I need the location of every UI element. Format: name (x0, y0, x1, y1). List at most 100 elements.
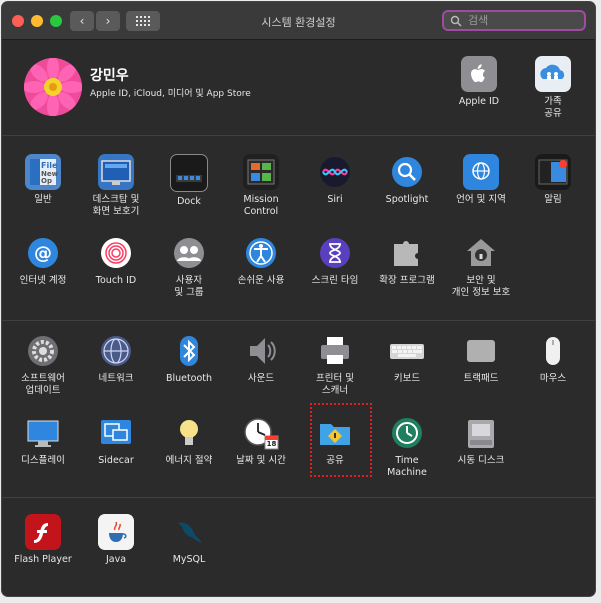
hard-disk-icon (463, 415, 499, 451)
user-name: 강민우 (90, 68, 129, 84)
desktop-screensaver-icon (98, 154, 134, 190)
chevron-right-icon: › (105, 14, 111, 28)
general-icon: File New Op (25, 154, 61, 190)
keyboard-icon (389, 333, 425, 369)
divider (2, 497, 595, 498)
sound-label: 사운드 (247, 373, 275, 384)
pane-siri[interactable]: Siri (298, 154, 372, 206)
pane-displays[interactable]: 디스플레이 (6, 415, 80, 467)
search-input[interactable] (466, 13, 580, 28)
bluetooth-icon (171, 333, 207, 369)
security-privacy-label: 보안 및 개인 정보 보호 (451, 275, 511, 298)
pane-internet-accounts[interactable]: @ 인터넷 계정 (6, 235, 80, 287)
search-field[interactable] (442, 10, 586, 31)
notifications-label: 알림 (544, 194, 562, 205)
pane-bluetooth[interactable]: Bluetooth (152, 333, 226, 385)
sidecar-icon (98, 415, 134, 451)
pane-general[interactable]: File New Op 일반 (6, 154, 80, 206)
apple-logo-icon (461, 56, 497, 92)
mission-control-label: Mission Control (243, 194, 279, 217)
extensions-label: 확장 프로그램 (379, 275, 435, 286)
family-sharing-icon (535, 56, 571, 92)
pane-touch-id[interactable]: Touch ID (79, 235, 153, 287)
network-label: 네트워크 (98, 373, 134, 384)
pane-software-update[interactable]: 소프트웨어 업데이트 (6, 333, 80, 397)
pane-sound[interactable]: 사운드 (224, 333, 298, 385)
divider (2, 135, 595, 136)
pane-spotlight[interactable]: Spotlight (370, 154, 444, 206)
show-all-button[interactable] (126, 11, 160, 31)
speaker-icon (243, 333, 279, 369)
pane-notifications[interactable]: 알림 (516, 154, 590, 206)
flash-player-label: Flash Player (14, 554, 72, 565)
pane-java[interactable]: Java (79, 514, 153, 566)
pane-keyboard[interactable]: 키보드 (370, 333, 444, 385)
pane-startup-disk[interactable]: 시동 디스크 (444, 415, 518, 467)
spotlight-label: Spotlight (385, 194, 429, 205)
language-region-icon (463, 154, 499, 190)
users-groups-icon (171, 235, 207, 271)
divider (2, 320, 595, 321)
pane-printers-scanners[interactable]: 프린터 및 스캐너 (298, 333, 372, 397)
apple-id-label: Apple ID (458, 96, 500, 107)
pane-security-privacy[interactable]: 보안 및 개인 정보 보호 (444, 235, 518, 299)
pane-time-machine[interactable]: Time Machine (370, 415, 444, 479)
desktop-screensaver-label: 데스크탑 및 화면 보호기 (92, 194, 140, 217)
pane-screen-time[interactable]: 스크린 타임 (298, 235, 372, 287)
house-lock-icon (463, 235, 499, 271)
pane-flash-player[interactable]: Flash Player (6, 514, 80, 566)
mission-control-icon (243, 154, 279, 190)
pane-mouse[interactable]: 마우스 (516, 333, 590, 385)
pane-users-groups[interactable]: 사용자 및 그룹 (152, 235, 226, 299)
pane-sidecar[interactable]: Sidecar (79, 415, 153, 467)
trackpad-icon (463, 333, 499, 369)
user-avatar[interactable] (24, 58, 82, 116)
sharing-label: 공유 (326, 455, 344, 466)
pane-trackpad[interactable]: 트랙패드 (444, 333, 518, 385)
at-sign-icon: @ (25, 235, 61, 271)
pane-network[interactable]: 네트워크 (79, 333, 153, 385)
forward-button[interactable]: › (96, 11, 120, 31)
bluetooth-label: Bluetooth (165, 373, 213, 384)
printers-scanners-label: 프린터 및 스캐너 (316, 373, 354, 396)
fingerprint-icon (98, 235, 134, 271)
date-time-label: 날짜 및 시간 (236, 455, 286, 466)
pane-sharing[interactable]: 공유 (298, 415, 372, 467)
sidecar-label: Sidecar (98, 455, 134, 466)
pane-mission-control[interactable]: Mission Control (224, 154, 298, 218)
svg-text:Op: Op (41, 177, 52, 185)
startup-disk-label: 시동 디스크 (457, 455, 505, 466)
pane-energy-saver[interactable]: 에너지 절약 (152, 415, 226, 467)
globe-icon (98, 333, 134, 369)
pane-date-time[interactable]: 18 날짜 및 시간 (224, 415, 298, 467)
grid-icon (136, 16, 150, 26)
gear-icon (25, 333, 61, 369)
spotlight-icon (389, 154, 425, 190)
close-button[interactable] (12, 15, 24, 27)
energy-saver-label: 에너지 절약 (165, 455, 213, 466)
users-groups-label: 사용자 및 그룹 (174, 275, 204, 298)
system-preferences-window: ‹ › 시스템 환경설정 검색 강민우 Apple ID, iCloud, 미디… (2, 2, 595, 596)
time-machine-label: Time Machine (387, 455, 427, 478)
pane-accessibility[interactable]: 손쉬운 사용 (224, 235, 298, 287)
shared-folder-icon (317, 415, 353, 451)
internet-accounts-label: 인터넷 계정 (19, 275, 67, 286)
mouse-icon (535, 333, 571, 369)
general-label: 일반 (34, 194, 52, 205)
pane-apple-id[interactable]: Apple ID (442, 56, 516, 108)
pane-mysql[interactable]: MySQL (152, 514, 226, 566)
keyboard-label: 키보드 (393, 373, 421, 384)
pane-desktop-screensaver[interactable]: 데스크탑 및 화면 보호기 (79, 154, 153, 218)
pane-extensions[interactable]: 확장 프로그램 (370, 235, 444, 287)
flower-avatar-image (24, 58, 82, 116)
pane-dock[interactable]: Dock (152, 154, 226, 208)
pane-family-sharing[interactable]: 가족 공유 (516, 56, 590, 120)
hourglass-icon (317, 235, 353, 271)
lightbulb-icon (171, 415, 207, 451)
minimize-button[interactable] (31, 15, 43, 27)
zoom-button[interactable] (50, 15, 62, 27)
family-sharing-label: 가족 공유 (544, 96, 562, 119)
back-button[interactable]: ‹ (70, 11, 94, 31)
calendar-day: 18 (266, 440, 277, 448)
pane-language-region[interactable]: 언어 및 지역 (444, 154, 518, 206)
